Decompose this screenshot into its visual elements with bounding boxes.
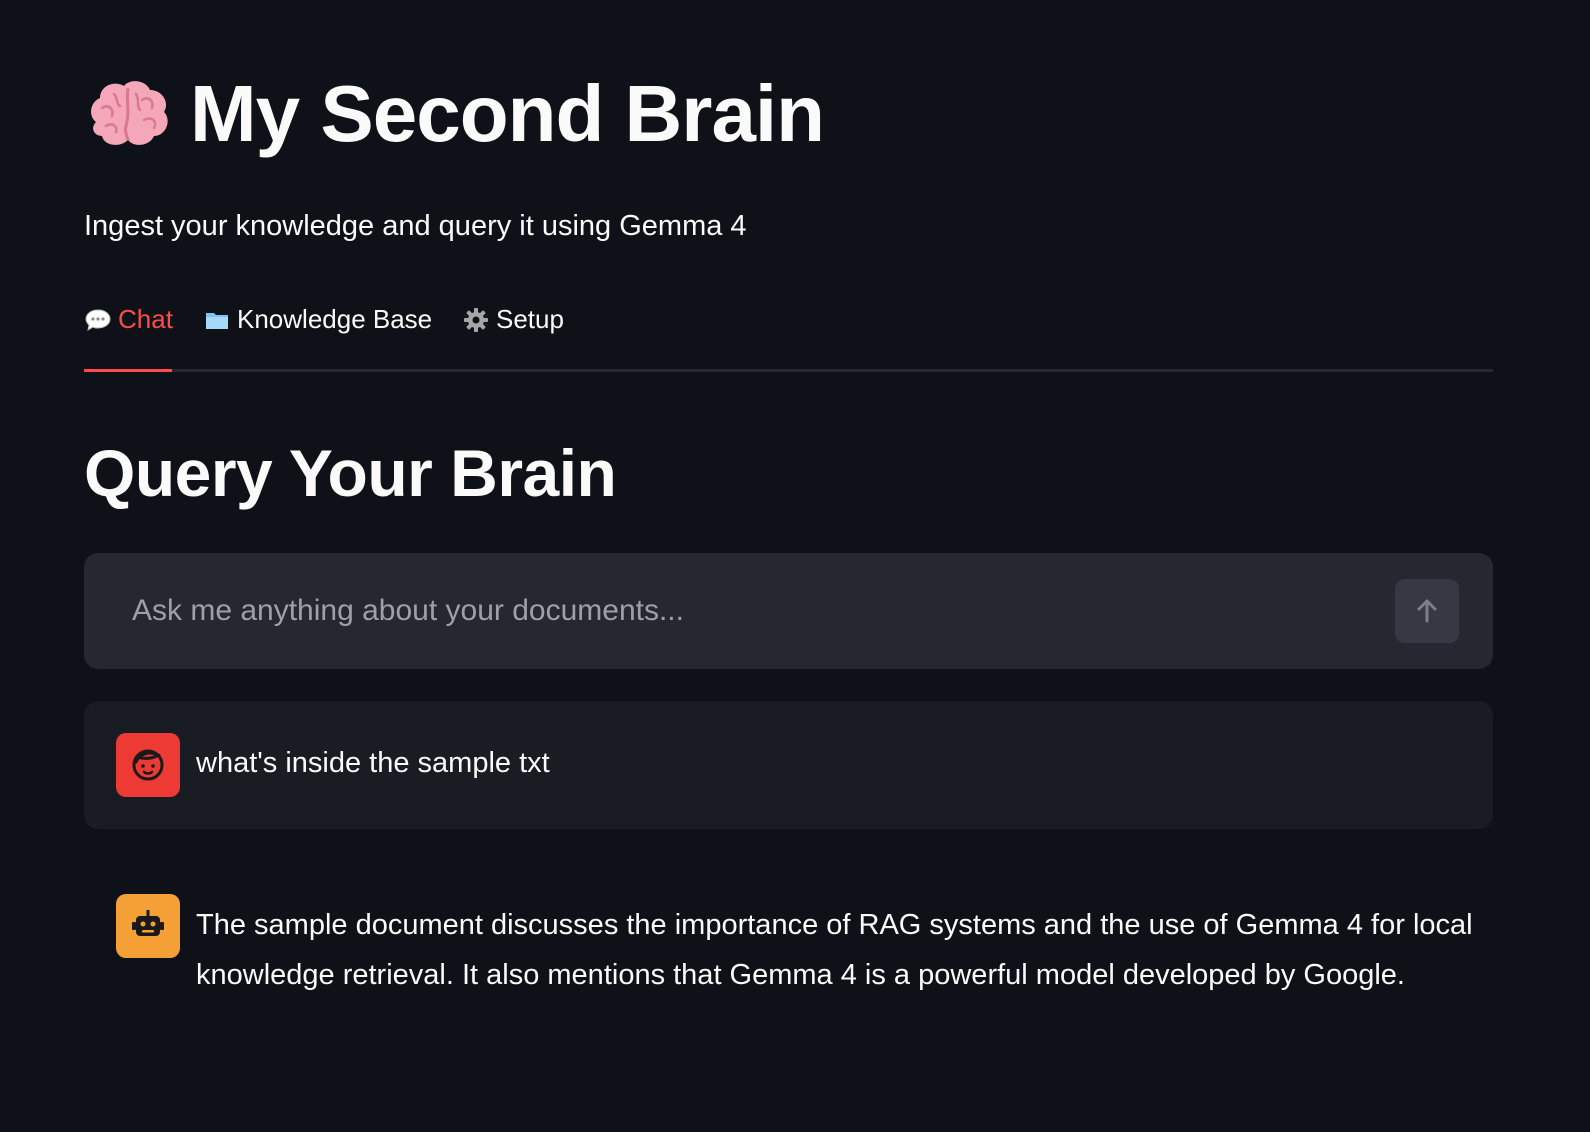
user-message-text: what's inside the sample txt [196, 747, 550, 779]
assistant-avatar [116, 894, 180, 958]
app-title: My Second Brain [190, 69, 825, 158]
user-avatar [116, 733, 180, 797]
user-face-icon [132, 749, 164, 781]
section-title: Query Your Brain [84, 436, 617, 510]
tab-knowledge-base-label: Knowledge Base [237, 304, 433, 334]
chat-message-user: what's inside the sample txt [84, 701, 1493, 829]
app-subtitle: Ingest your knowledge and query it using… [84, 210, 747, 242]
gear-icon [464, 308, 488, 332]
robot-icon [132, 910, 164, 936]
brain-emoji-icon [91, 81, 168, 145]
speech-bubble-icon [85, 309, 111, 332]
chat-input[interactable] [132, 553, 1372, 669]
chat-input-container [84, 553, 1493, 669]
active-tab-indicator [84, 369, 172, 372]
app-header: My Second Brain [84, 69, 825, 158]
folder-icon [206, 313, 228, 329]
tab-bar: Chat Knowledge Base Setup [84, 304, 1493, 372]
chat-message-assistant: The sample document discusses the import… [84, 880, 1493, 1000]
tab-knowledge-base[interactable]: Knowledge Base [203, 304, 432, 372]
send-button[interactable] [1395, 579, 1459, 643]
arrow-up-icon [1417, 599, 1437, 623]
tab-chat-label: Chat [118, 304, 173, 334]
tab-chat[interactable]: Chat [84, 304, 173, 372]
tab-setup[interactable]: Setup [462, 304, 564, 372]
assistant-message-text: The sample document discusses the import… [196, 909, 1473, 991]
tab-setup-label: Setup [496, 304, 564, 334]
app-page: My Second Brain Ingest your knowledge an… [0, 0, 1590, 1132]
